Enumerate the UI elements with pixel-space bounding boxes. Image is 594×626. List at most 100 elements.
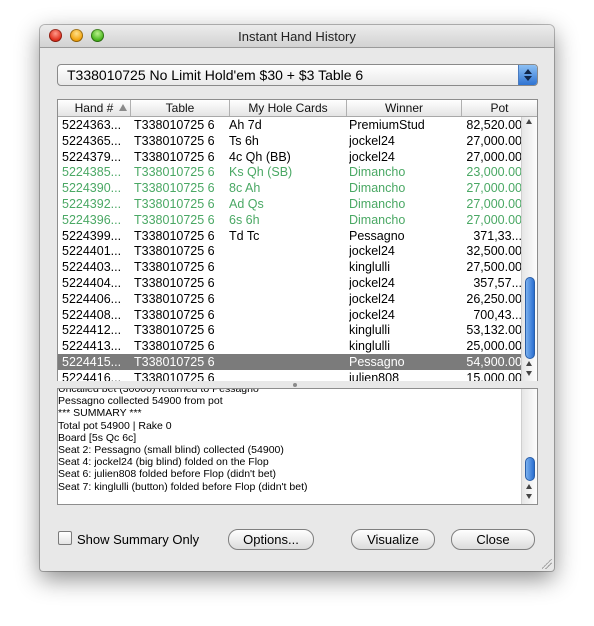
table-cell: T338010725 6 bbox=[134, 118, 215, 132]
sort-ascending-icon bbox=[119, 104, 127, 111]
table-selector-popup[interactable]: T338010725 No Limit Hold'em $30 + $3 Tab… bbox=[57, 64, 538, 86]
hole-cards-cell: 8c Ah bbox=[229, 181, 261, 196]
log-scroll-down-arrow-icon[interactable] bbox=[526, 494, 532, 499]
table-cell: T338010725 6 bbox=[134, 355, 215, 369]
table-header: Hand # Table My Hole Cards Winner Pot bbox=[58, 100, 537, 117]
table-cell: T338010725 6 bbox=[134, 212, 215, 227]
visualize-button[interactable]: Visualize bbox=[351, 529, 435, 550]
winner-cell: kinglulli bbox=[349, 260, 390, 275]
pot-cell: 54,900.00 bbox=[466, 355, 521, 369]
table-cell: T338010725 6 bbox=[134, 165, 215, 180]
table-row[interactable]: 5224413... T338010725 6 kinglulli 25,000.00 bbox=[58, 338, 521, 354]
column-header-hole-cards[interactable]: My Hole Cards bbox=[230, 100, 347, 116]
hand-cell: 5224406... bbox=[62, 291, 122, 306]
resize-grip-icon[interactable] bbox=[542, 559, 552, 569]
pot-cell: 357,57... bbox=[473, 276, 521, 290]
pot-cell: 27,000.00 bbox=[466, 212, 521, 227]
scroll-up-arrow-icon[interactable] bbox=[526, 361, 532, 366]
hand-cell: 5224415... bbox=[62, 355, 122, 369]
hole-cards-cell: Td Tc bbox=[229, 228, 260, 243]
log-scroll-up-arrow-icon[interactable] bbox=[526, 484, 532, 489]
column-header-pot[interactable]: Pot bbox=[462, 100, 537, 116]
log-scroll-thumb[interactable] bbox=[525, 457, 535, 481]
popup-arrows-icon[interactable] bbox=[518, 65, 537, 85]
winner-cell: jockel24 bbox=[349, 244, 395, 259]
pot-cell: 23,000.00 bbox=[466, 165, 521, 180]
options-button[interactable]: Options... bbox=[228, 529, 314, 550]
hole-cards-cell: Ah 7d bbox=[229, 118, 262, 132]
table-row[interactable]: 5224399... T338010725 6 Td Tc Pessagno 371,3… bbox=[58, 228, 521, 244]
title-bar[interactable]: Instant Hand History bbox=[40, 25, 554, 48]
winner-cell: jockel24 bbox=[349, 291, 395, 306]
hand-cell: 5224416... bbox=[62, 370, 122, 381]
hand-history-table: Hand # Table My Hole Cards Winner Pot 52… bbox=[57, 99, 538, 382]
log-line: Total pot 54900 | Rake 0 bbox=[58, 419, 172, 432]
hand-cell: 5224363... bbox=[62, 118, 122, 132]
table-row[interactable]: 5224390... T338010725 6 8c Ah Dimancho 27,00… bbox=[58, 180, 521, 196]
table-cell: T338010725 6 bbox=[134, 181, 215, 196]
hand-cell: 5224399... bbox=[62, 228, 122, 243]
hand-cell: 5224390... bbox=[62, 181, 122, 196]
table-row[interactable]: 5224363... T338010725 6 Ah 7d PremiumStud 82… bbox=[58, 117, 521, 133]
table-row[interactable]: 5224404... T338010725 6 jockel24 357,57... bbox=[58, 275, 521, 291]
hand-log-text: Uncalled bet (30000) returned to Pessagn… bbox=[58, 388, 518, 493]
close-button[interactable]: Close bbox=[451, 529, 535, 550]
table-row[interactable]: 5224406... T338010725 6 jockel24 26,250.00 bbox=[58, 291, 521, 307]
hand-log-panel[interactable]: Uncalled bet (30000) returned to Pessagn… bbox=[57, 388, 538, 505]
log-line: *** SUMMARY *** bbox=[58, 407, 142, 420]
table-cell: T338010725 6 bbox=[134, 244, 215, 259]
table-row[interactable]: 5224408... T338010725 6 jockel24 700,43... bbox=[58, 307, 521, 323]
table-cell: T338010725 6 bbox=[134, 149, 215, 164]
pot-cell: 53,132.00 bbox=[466, 323, 521, 338]
winner-cell: Pessagno bbox=[349, 228, 405, 243]
scroll-down-arrow-icon[interactable] bbox=[526, 371, 532, 376]
log-line: Uncalled bet (30000) returned to Pessagn… bbox=[58, 388, 259, 395]
table-row[interactable]: 5224403... T338010725 6 kinglulli 27,500.00 bbox=[58, 259, 521, 275]
table-row[interactable]: 5224365... T338010725 6 Ts 6h jockel24 27,00… bbox=[58, 133, 521, 149]
pot-cell: 82,520.00 bbox=[466, 118, 521, 132]
table-scroll-thumb[interactable] bbox=[525, 277, 535, 359]
table-cell: T338010725 6 bbox=[134, 323, 215, 338]
hand-cell: 5224385... bbox=[62, 165, 122, 180]
table-scrollbar[interactable] bbox=[521, 117, 537, 381]
column-header-hand[interactable]: Hand # bbox=[58, 100, 131, 116]
table-cell: T338010725 6 bbox=[134, 260, 215, 275]
show-summary-only-checkbox[interactable] bbox=[58, 531, 72, 545]
log-line: Seat 4: jockel24 (big blind) folded on t… bbox=[58, 456, 269, 469]
log-line: Seat 6: julien808 folded before Flop (di… bbox=[58, 468, 276, 481]
table-row[interactable]: 5224385... T338010725 6 Ks Qh (SB) Dimancho… bbox=[58, 164, 521, 180]
hand-cell: 5224365... bbox=[62, 133, 122, 148]
show-summary-only-label[interactable]: Show Summary Only bbox=[77, 532, 199, 547]
table-row[interactable]: 5224412... T338010725 6 kinglulli 53,132.00 bbox=[58, 322, 521, 338]
column-header-table[interactable]: Table bbox=[131, 100, 230, 116]
pot-cell: 26,250.00 bbox=[466, 291, 521, 306]
hand-cell: 5224412... bbox=[62, 323, 122, 338]
hole-cards-cell: 6s 6h bbox=[229, 212, 260, 227]
column-header-winner[interactable]: Winner bbox=[347, 100, 462, 116]
table-row[interactable]: 5224401... T338010725 6 jockel24 32,500.00 bbox=[58, 243, 521, 259]
log-line: Seat 7: kinglulli (button) folded before… bbox=[58, 480, 308, 493]
table-row[interactable]: 5224416... T338010725 6 julien808 15,000.00 bbox=[58, 370, 521, 381]
hand-cell: 5224408... bbox=[62, 307, 122, 322]
hand-cell: 5224401... bbox=[62, 244, 122, 259]
instant-hand-history-window: Instant Hand History T338010725 No Limit… bbox=[40, 25, 554, 571]
table-row[interactable]: 5224392... T338010725 6 Ad Qs Dimancho 27,00… bbox=[58, 196, 521, 212]
log-line: Seat 2: Pessagno (small blind) collected… bbox=[58, 443, 284, 456]
table-body: 5224363... T338010725 6 Ah 7d PremiumStud 82… bbox=[58, 117, 521, 381]
table-row[interactable]: 5224396... T338010725 6 6s 6h Dimancho 27,00… bbox=[58, 212, 521, 228]
table-cell: T338010725 6 bbox=[134, 307, 215, 322]
pot-cell: 27,000.00 bbox=[466, 149, 521, 164]
hand-cell: 5224396... bbox=[62, 212, 122, 227]
table-row[interactable]: 5224415... T338010725 6 Pessagno 54,900.00 bbox=[58, 354, 521, 370]
winner-cell: Dimancho bbox=[349, 212, 406, 227]
hand-cell: 5224379... bbox=[62, 149, 122, 164]
scroll-up-arrow-icon[interactable] bbox=[526, 119, 532, 124]
table-row[interactable]: 5224379... T338010725 6 4c Qh (BB) jockel24… bbox=[58, 149, 521, 165]
table-cell: T338010725 6 bbox=[134, 339, 215, 354]
pot-cell: 27,000.00 bbox=[466, 197, 521, 211]
table-cell: T338010725 6 bbox=[134, 197, 215, 211]
pot-cell: 15,000.00 bbox=[466, 370, 521, 381]
log-line: Pessagno collected 54900 from pot bbox=[58, 395, 223, 408]
winner-cell: julien808 bbox=[349, 370, 400, 381]
log-scrollbar[interactable] bbox=[521, 389, 537, 504]
